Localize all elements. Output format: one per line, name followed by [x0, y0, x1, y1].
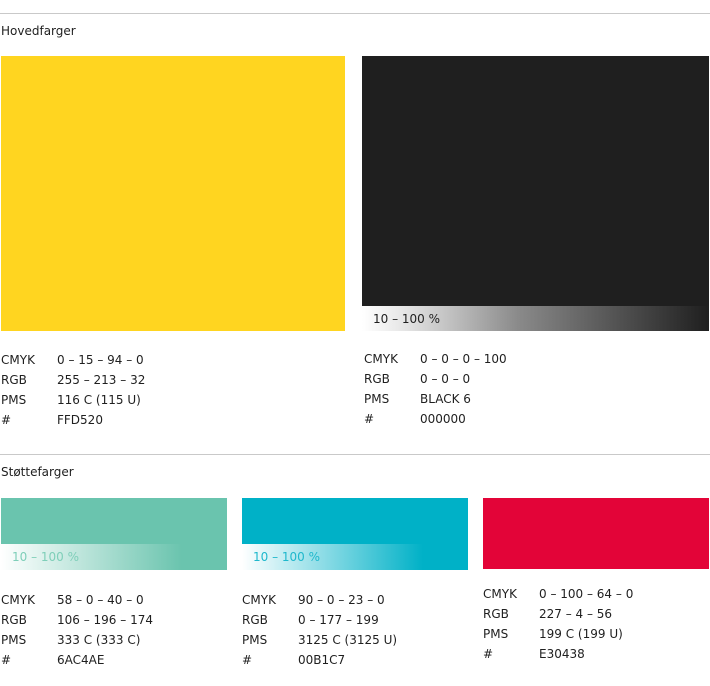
spec-row-hex: # 00B1C7 — [242, 650, 397, 670]
spec-key: # — [242, 653, 253, 667]
spec-row-rgb: RGB 255 – 213 – 32 — [1, 370, 145, 390]
color-swatch-black: 10 – 100 % — [362, 56, 709, 331]
spec-row-rgb: RGB 106 – 196 – 174 — [1, 610, 153, 630]
spec-row-hex: # 000000 — [364, 409, 507, 429]
spec-key: # — [1, 413, 12, 427]
spec-key: RGB — [483, 607, 509, 621]
spec-value: 0 – 100 – 64 – 0 — [539, 587, 634, 601]
color-swatch-red — [483, 498, 709, 569]
spec-value: BLACK 6 — [420, 392, 471, 406]
spec-key: CMYK — [364, 352, 398, 366]
spec-value: E30438 — [539, 647, 585, 661]
tint-gradient-cyan: 10 – 100 % — [242, 544, 468, 570]
spec-row-pms: PMS 333 C (333 C) — [1, 630, 153, 650]
spec-key: PMS — [364, 392, 390, 406]
spec-value: 116 C (115 U) — [57, 393, 141, 407]
spec-row-rgb: RGB 0 – 177 – 199 — [242, 610, 397, 630]
spec-row-pms: PMS 199 C (199 U) — [483, 624, 633, 644]
section-divider-main — [0, 13, 710, 14]
spec-row-pms: PMS BLACK 6 — [364, 389, 507, 409]
spec-key: # — [364, 412, 375, 426]
spec-key: CMYK — [483, 587, 517, 601]
tint-label-green: 10 – 100 % — [12, 550, 80, 564]
spec-row-pms: PMS 3125 C (3125 U) — [242, 630, 397, 650]
color-specs-green: CMYK 58 – 0 – 40 – 0 RGB 106 – 196 – 174… — [1, 590, 153, 670]
spec-value: FFD520 — [57, 413, 103, 427]
spec-key: CMYK — [1, 593, 35, 607]
color-specs-cyan: CMYK 90 – 0 – 23 – 0 RGB 0 – 177 – 199 P… — [242, 590, 397, 670]
spec-row-rgb: RGB 0 – 0 – 0 — [364, 369, 507, 389]
spec-key: CMYK — [242, 593, 276, 607]
spec-row-cmyk: CMYK 90 – 0 – 23 – 0 — [242, 590, 397, 610]
spec-row-rgb: RGB 227 – 4 – 56 — [483, 604, 633, 624]
spec-key: # — [483, 647, 494, 661]
spec-key: PMS — [1, 393, 27, 407]
spec-row-hex: # FFD520 — [1, 410, 145, 430]
spec-value: 255 – 213 – 32 — [57, 373, 146, 387]
spec-row-hex: # 6AC4AE — [1, 650, 153, 670]
spec-value: 90 – 0 – 23 – 0 — [298, 593, 385, 607]
spec-key: CMYK — [1, 353, 35, 367]
spec-value: 3125 C (3125 U) — [298, 633, 398, 647]
spec-key: RGB — [364, 372, 390, 386]
spec-key: PMS — [483, 627, 509, 641]
tint-gradient-green: 10 – 100 % — [1, 544, 227, 570]
spec-row-cmyk: CMYK 58 – 0 – 40 – 0 — [1, 590, 153, 610]
spec-key: # — [1, 653, 12, 667]
spec-key: RGB — [242, 613, 268, 627]
spec-row-cmyk: CMYK 0 – 0 – 0 – 100 — [364, 349, 507, 369]
section-divider-support — [0, 454, 710, 455]
spec-value: 0 – 0 – 0 – 100 — [420, 352, 507, 366]
spec-value: 000000 — [420, 412, 466, 426]
color-swatch-cyan: 10 – 100 % — [242, 498, 468, 570]
color-swatch-yellow — [1, 56, 345, 331]
spec-value: 0 – 15 – 94 – 0 — [57, 353, 144, 367]
tint-label-black: 10 – 100 % — [373, 311, 441, 326]
tint-gradient-black: 10 – 100 % — [362, 306, 709, 331]
spec-row-cmyk: CMYK 0 – 15 – 94 – 0 — [1, 350, 145, 370]
color-specs-black: CMYK 0 – 0 – 0 – 100 RGB 0 – 0 – 0 PMS B… — [364, 349, 507, 429]
spec-row-hex: # E30438 — [483, 644, 633, 664]
spec-value: 333 C (333 C) — [57, 633, 141, 647]
color-specs-yellow: CMYK 0 – 15 – 94 – 0 RGB 255 – 213 – 32 … — [1, 350, 145, 430]
spec-key: PMS — [242, 633, 268, 647]
section-title-support: Støttefarger — [1, 465, 74, 479]
spec-row-pms: PMS 116 C (115 U) — [1, 390, 145, 410]
spec-value: 0 – 177 – 199 — [298, 613, 379, 627]
spec-value: 58 – 0 – 40 – 0 — [57, 593, 144, 607]
section-title-main: Hovedfarger — [1, 24, 76, 38]
spec-key: PMS — [1, 633, 27, 647]
spec-value: 00B1C7 — [298, 653, 346, 667]
spec-value: 0 – 0 – 0 — [420, 372, 471, 386]
spec-key: RGB — [1, 613, 27, 627]
color-specs-red: CMYK 0 – 100 – 64 – 0 RGB 227 – 4 – 56 P… — [483, 584, 633, 664]
tint-label-cyan: 10 – 100 % — [253, 550, 321, 564]
spec-row-cmyk: CMYK 0 – 100 – 64 – 0 — [483, 584, 633, 604]
spec-value: 199 C (199 U) — [539, 627, 623, 641]
spec-value: 227 – 4 – 56 — [539, 607, 613, 621]
spec-value: 6AC4AE — [57, 653, 105, 667]
spec-key: RGB — [1, 373, 27, 387]
spec-value: 106 – 196 – 174 — [57, 613, 153, 627]
color-swatch-green: 10 – 100 % — [1, 498, 227, 570]
